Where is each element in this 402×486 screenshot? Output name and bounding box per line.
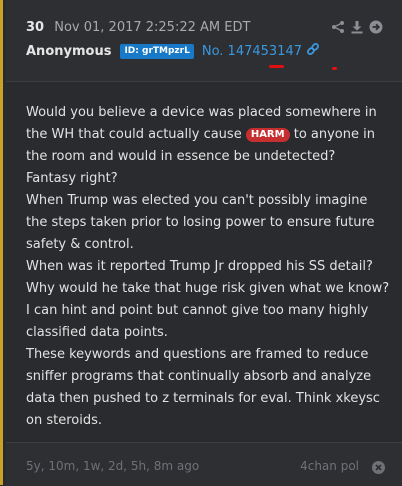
post-meta-row: 30 Nov 01, 2017 2:25:22 AM EDT xyxy=(26,20,250,35)
post-line: Would you believe a device was placed so… xyxy=(26,105,377,164)
post-number: 30 xyxy=(26,20,45,35)
link-icon[interactable] xyxy=(306,42,320,60)
download-icon[interactable] xyxy=(350,20,364,34)
harm-highlight-badge: HARM xyxy=(245,128,290,142)
post-header: 30 Nov 01, 2017 2:25:22 AM EDT Anonymous… xyxy=(6,0,402,82)
post-actions xyxy=(331,20,383,34)
post-timestamp: Nov 01, 2017 2:25:22 AM EDT xyxy=(54,20,251,35)
poster-id-badge[interactable]: ID: grTMpzrL xyxy=(120,43,194,59)
post-source[interactable]: 4chan pol xyxy=(300,459,359,473)
post-card: 30 Nov 01, 2017 2:25:22 AM EDT Anonymous… xyxy=(0,0,402,486)
post-line: Fantasy right? xyxy=(26,171,118,186)
post-line: When Trump was elected you can't possibl… xyxy=(26,193,375,252)
post-line: I can hint and point but cannot give too… xyxy=(26,303,369,340)
post-line: Why would he take that huge risk given w… xyxy=(26,281,390,296)
post-body: Would you believe a device was placed so… xyxy=(26,102,391,432)
post-number-link[interactable]: No. 147453147 xyxy=(202,44,302,59)
annotation-mark xyxy=(332,67,337,70)
annotation-mark xyxy=(269,65,284,68)
post-author-row: Anonymous ID: grTMpzrL No. 147453147 xyxy=(26,42,320,60)
arrow-right-circle-icon[interactable] xyxy=(369,20,383,34)
share-icon[interactable] xyxy=(331,20,345,34)
post-line: These keywords and questions are framed … xyxy=(26,347,380,428)
post-footer: 5y, 10m, 1w, 2d, 5h, 8m ago 4chan pol xyxy=(6,442,402,486)
close-circle-icon[interactable] xyxy=(372,459,385,478)
post-author: Anonymous xyxy=(26,43,112,59)
post-age: 5y, 10m, 1w, 2d, 5h, 8m ago xyxy=(26,459,200,473)
post-line: When was it reported Trump Jr dropped hi… xyxy=(26,259,373,274)
